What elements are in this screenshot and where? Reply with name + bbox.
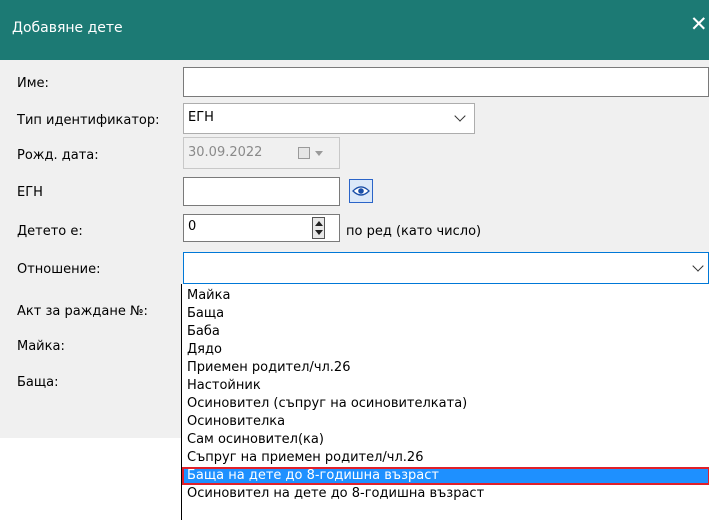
relation-option[interactable]: Майка (182, 287, 709, 305)
relation-select[interactable] (183, 252, 709, 284)
relation-option[interactable]: Баща (182, 305, 709, 323)
chevron-down-icon (454, 110, 466, 122)
chevron-down-icon (315, 151, 323, 156)
child-order-label: Детето е: (17, 224, 83, 239)
egn-input[interactable] (183, 177, 340, 206)
child-order-stepper[interactable]: 0 (183, 214, 340, 242)
relation-dropdown-list: Майка Баща Баба Дядо Приемен родител/чл.… (181, 284, 709, 520)
mother-label: Майка: (17, 339, 65, 354)
child-order-value: 0 (188, 219, 197, 234)
birth-date-label: Рожд. дата: (17, 148, 99, 163)
stepper-buttons[interactable] (312, 217, 325, 239)
relation-option[interactable]: Баба (182, 323, 709, 341)
eye-icon (352, 186, 370, 196)
name-input[interactable] (183, 67, 709, 97)
relation-option[interactable]: Осиновител на дете до 8-годишна възраст (182, 485, 709, 503)
title-bar: Добавяне дете ✕ (0, 0, 709, 60)
birth-date-picker[interactable]: 30.09.2022 (183, 137, 340, 169)
stepper-down-icon[interactable] (315, 230, 323, 235)
relation-option[interactable]: Осиновител (съпруг на осиновителката) (182, 395, 709, 413)
relation-option[interactable]: Съпруг на приемен родител/чл.26 (182, 449, 709, 467)
relation-option[interactable]: Осиновителка (182, 413, 709, 431)
id-type-select[interactable]: ЕГН (183, 103, 475, 134)
close-icon[interactable]: ✕ (690, 14, 708, 35)
stepper-up-icon[interactable] (315, 221, 323, 226)
relation-option[interactable]: Приемен родител/чл.26 (182, 359, 709, 377)
show-egn-button[interactable] (349, 179, 373, 203)
father-label: Баща: (17, 375, 59, 390)
relation-option[interactable]: Дядо (182, 341, 709, 359)
chevron-down-icon (692, 260, 704, 272)
window-title: Добавяне дете (12, 20, 123, 36)
relation-option[interactable]: Сам осиновител(ка) (182, 431, 709, 449)
child-order-suffix: по ред (като число) (346, 224, 482, 239)
name-label: Име: (17, 76, 49, 91)
birth-act-label: Акт за раждане №: (17, 304, 148, 319)
id-type-label: Тип идентификатор: (17, 113, 160, 128)
calendar-icon (298, 147, 310, 159)
relation-option[interactable]: Настойник (182, 377, 709, 395)
egn-label: ЕГН (17, 185, 43, 200)
relation-label: Отношение: (17, 262, 101, 277)
relation-option[interactable]: Баща на дете до 8-годишна възраст (182, 467, 709, 485)
birth-date-value: 30.09.2022 (188, 145, 263, 160)
id-type-value: ЕГН (188, 110, 214, 125)
